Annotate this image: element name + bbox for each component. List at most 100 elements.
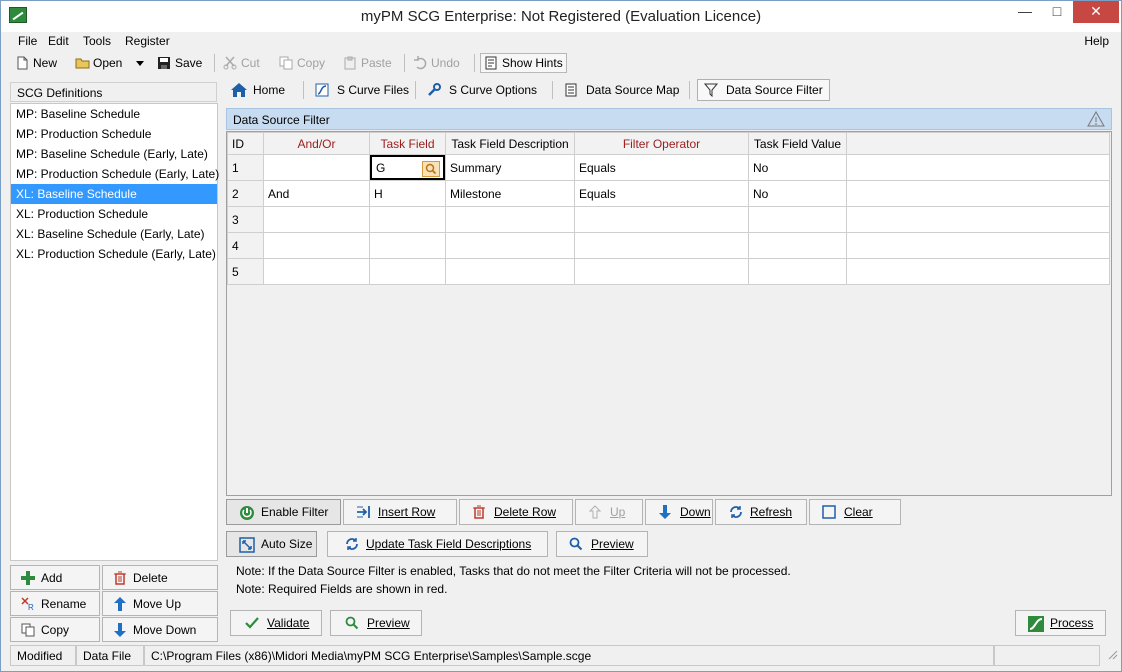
definition-item[interactable]: MP: Production Schedule xyxy=(11,124,217,144)
value-cell[interactable] xyxy=(748,206,847,233)
process-button[interactable]: Process xyxy=(1015,610,1106,636)
paste-button[interactable]: Paste xyxy=(340,53,395,73)
save-disk-icon xyxy=(157,56,171,70)
row-id: 5 xyxy=(227,258,264,285)
update-descriptions-button[interactable]: Update Task Field Descriptions xyxy=(327,531,548,557)
description-cell[interactable]: Summary xyxy=(445,154,575,181)
open-button[interactable]: Open xyxy=(72,53,147,73)
svg-text:R: R xyxy=(28,603,34,611)
enable-filter-button[interactable]: Enable Filter xyxy=(226,499,341,525)
value-cell[interactable]: No xyxy=(748,154,847,181)
undo-button[interactable]: Undo xyxy=(410,53,463,73)
show-hints-label: Show Hints xyxy=(502,56,563,70)
grid-header-row: ID And/Or Task Field Task Field Descript… xyxy=(227,132,1110,155)
and-or-cell[interactable] xyxy=(263,154,370,181)
filler-cell xyxy=(846,258,1110,285)
menu-tools[interactable]: Tools xyxy=(81,34,113,48)
description-cell[interactable] xyxy=(445,258,575,285)
open-folder-icon xyxy=(75,56,90,70)
operator-cell[interactable]: Equals xyxy=(574,180,749,207)
section-title: Data Source Filter xyxy=(233,113,330,127)
show-hints-button[interactable]: Show Hints xyxy=(480,53,567,73)
refresh-button[interactable]: Refresh xyxy=(715,499,807,525)
copy-definition-button[interactable]: Copy xyxy=(10,617,100,642)
add-definition-button[interactable]: Add xyxy=(10,565,100,590)
delete-definition-button[interactable]: Delete xyxy=(102,565,218,590)
preview-button[interactable]: Preview xyxy=(330,610,422,636)
task-field-cell[interactable] xyxy=(369,258,446,285)
move-up-button[interactable]: Move Up xyxy=(102,591,218,616)
task-field-cell-editing[interactable]: G xyxy=(369,154,446,181)
cut-button[interactable]: Cut xyxy=(220,53,263,73)
auto-size-button[interactable]: Auto Size xyxy=(226,531,317,557)
refresh-icon xyxy=(728,505,742,519)
save-button[interactable]: Save xyxy=(154,53,205,73)
plus-icon xyxy=(21,570,35,585)
move-row-down-button[interactable]: Down xyxy=(645,499,713,525)
definition-item[interactable]: XL: Production Schedule (Early, Late) xyxy=(11,244,217,264)
and-or-cell[interactable] xyxy=(263,258,370,285)
filler-cell xyxy=(846,154,1110,181)
menu-help[interactable]: Help xyxy=(1082,34,1111,48)
lookup-search-icon[interactable] xyxy=(422,161,440,177)
menu-edit[interactable]: Edit xyxy=(46,34,71,48)
close-button[interactable]: ✕ xyxy=(1073,1,1119,23)
new-button[interactable]: New xyxy=(12,53,60,73)
up-label: Up xyxy=(610,505,626,519)
move-down-button[interactable]: Move Down xyxy=(102,617,218,642)
open-dropdown-icon[interactable] xyxy=(136,56,145,70)
definition-item[interactable]: MP: Production Schedule (Early, Late) xyxy=(11,164,219,184)
definition-item[interactable]: MP: Baseline Schedule (Early, Late) xyxy=(11,144,217,164)
filler-cell xyxy=(846,180,1110,207)
maximize-button[interactable]: □ xyxy=(1041,1,1073,23)
operator-cell[interactable] xyxy=(574,232,749,259)
task-field-editor-value: G xyxy=(376,161,386,175)
and-or-cell[interactable] xyxy=(263,232,370,259)
definition-item[interactable]: MP: Baseline Schedule xyxy=(11,104,217,124)
rename-definition-button[interactable]: R Rename xyxy=(10,591,100,616)
description-cell[interactable] xyxy=(445,232,575,259)
definition-item-selected[interactable]: XL: Baseline Schedule xyxy=(11,184,217,204)
value-cell[interactable] xyxy=(748,232,847,259)
operator-cell[interactable] xyxy=(574,206,749,233)
operator-cell[interactable] xyxy=(574,258,749,285)
move-row-up-button[interactable]: Up xyxy=(575,499,643,525)
column-header-task-field-description: Task Field Description xyxy=(445,132,575,155)
task-field-cell[interactable]: H xyxy=(369,180,446,207)
copy-button[interactable]: Copy xyxy=(276,53,328,73)
required-fields-note: Note: Required Fields are shown in red. xyxy=(236,582,448,596)
and-or-cell[interactable] xyxy=(263,206,370,233)
tab-home[interactable]: Home xyxy=(225,79,291,101)
task-field-cell[interactable] xyxy=(369,232,446,259)
menu-file[interactable]: File xyxy=(16,34,39,48)
task-field-editor[interactable]: G xyxy=(370,155,445,180)
description-cell[interactable]: Milestone xyxy=(445,180,575,207)
clear-button[interactable]: Clear xyxy=(809,499,901,525)
validate-button[interactable]: Validate xyxy=(230,610,322,636)
delete-row-button[interactable]: Delete Row xyxy=(459,499,573,525)
value-cell[interactable] xyxy=(748,258,847,285)
value-cell[interactable]: No xyxy=(748,180,847,207)
and-or-cell[interactable]: And xyxy=(263,180,370,207)
insert-row-button[interactable]: Insert Row xyxy=(343,499,457,525)
task-field-cell[interactable] xyxy=(369,206,446,233)
resize-grip-icon[interactable] xyxy=(1100,645,1121,666)
operator-cell[interactable]: Equals xyxy=(574,154,749,181)
move-down-label: Move Down xyxy=(133,622,197,637)
row-id: 1 xyxy=(227,154,264,181)
definition-item[interactable]: XL: Baseline Schedule (Early, Late) xyxy=(11,224,217,244)
menu-register[interactable]: Register xyxy=(123,34,172,48)
minimize-button[interactable]: — xyxy=(1009,1,1041,23)
definition-item[interactable]: XL: Production Schedule xyxy=(11,204,217,224)
preview-filter-button[interactable]: Preview xyxy=(556,531,648,557)
home-icon xyxy=(231,83,247,97)
tab-s-curve-files[interactable]: S Curve Files xyxy=(309,79,415,101)
arrow-down-icon xyxy=(658,505,672,519)
description-cell[interactable] xyxy=(445,206,575,233)
refresh-label: Refresh xyxy=(750,505,793,519)
tab-data-source-filter[interactable]: Data Source Filter xyxy=(697,79,830,101)
filler-cell xyxy=(846,206,1110,233)
tab-data-source-map[interactable]: Data Source Map xyxy=(558,79,685,101)
column-header-task-field: Task Field xyxy=(369,132,446,155)
tab-s-curve-options[interactable]: S Curve Options xyxy=(421,79,543,101)
